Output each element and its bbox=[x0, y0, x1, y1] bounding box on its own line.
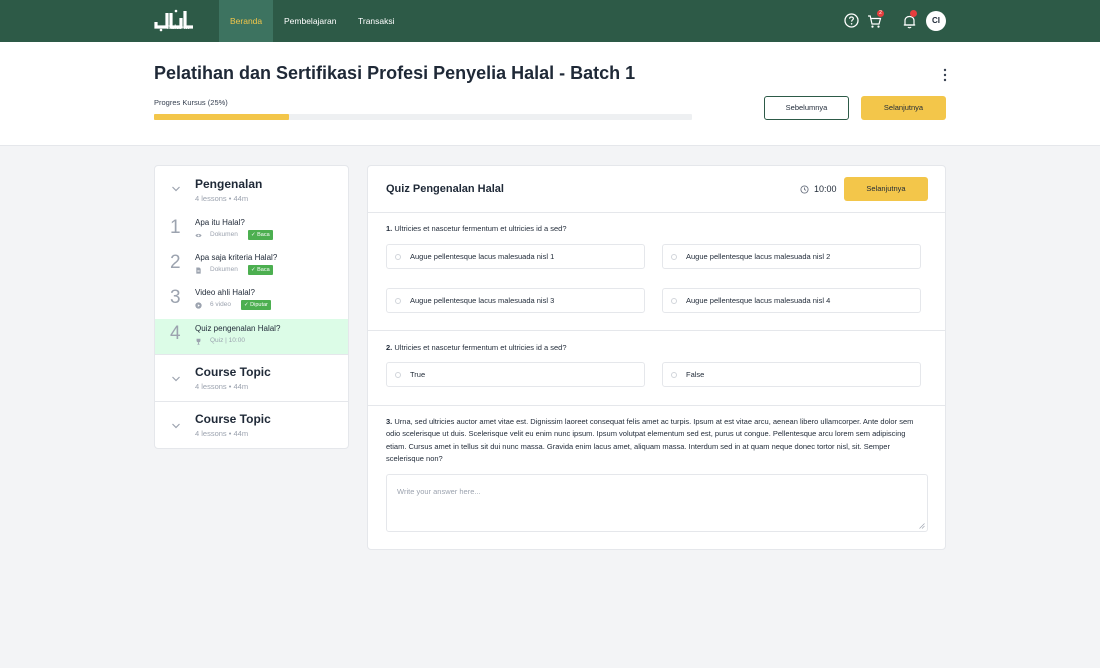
answer-option-false[interactable]: False bbox=[662, 362, 921, 387]
essay-answer-textarea[interactable]: Write your answer here... bbox=[386, 474, 928, 532]
option-label: True bbox=[410, 370, 426, 379]
radio-button[interactable] bbox=[671, 372, 677, 378]
answer-option[interactable]: Augue pellentesque lacus malesuada nisl … bbox=[662, 288, 921, 313]
status-badge: ✓ Baca bbox=[248, 230, 273, 240]
nav-link-beranda[interactable]: Beranda bbox=[219, 0, 274, 42]
question-prompt: Ultricies et nascetur fermentum et ultri… bbox=[394, 224, 567, 233]
clock-icon bbox=[800, 185, 809, 194]
chevron-down-icon bbox=[172, 423, 180, 429]
question-2-text: 2. Ultricies et nascetur fermentum et ul… bbox=[386, 342, 567, 354]
question-number: 3. bbox=[386, 417, 393, 426]
resize-handle-icon[interactable] bbox=[919, 523, 925, 529]
lesson-type: Quiz | 10:00 bbox=[210, 337, 245, 344]
more-options-icon[interactable] bbox=[940, 68, 950, 82]
lesson-type: Dokumen bbox=[210, 231, 238, 238]
eye-icon bbox=[195, 233, 202, 238]
section-title: Course Topic bbox=[195, 365, 271, 379]
logo-text: halal-in bbox=[167, 25, 190, 31]
document-icon bbox=[196, 267, 201, 274]
option-label: Augue pellentesque lacus malesuada nisl … bbox=[686, 252, 831, 261]
lesson-title: Quiz pengenalan Halal? bbox=[195, 324, 281, 333]
question-1-text: 1. Ultricies et nascetur fermentum et ul… bbox=[386, 223, 567, 235]
question-prompt: Ultricies et nascetur fermentum et ultri… bbox=[394, 343, 567, 352]
answer-option-true[interactable]: True bbox=[386, 362, 645, 387]
lesson-item[interactable]: 2 Apa saja kriteria Halal? Dokumen ✓ Bac… bbox=[155, 248, 348, 283]
progress-label: Progres Kursus (25%) bbox=[154, 98, 228, 107]
chevron-down-icon bbox=[172, 186, 180, 192]
course-progress-bar bbox=[154, 114, 692, 120]
section-meta: 4 lessons • 44m bbox=[195, 429, 249, 438]
option-label: Augue pellentesque lacus malesuada nisl … bbox=[686, 296, 831, 305]
radio-button[interactable] bbox=[671, 298, 677, 304]
lesson-type: Dokumen bbox=[210, 266, 238, 273]
status-badge: ✓ Baca bbox=[248, 265, 273, 275]
lesson-title: Apa saja kriteria Halal? bbox=[195, 253, 278, 262]
previous-button[interactable]: Sebelumnya bbox=[764, 96, 849, 120]
user-avatar[interactable]: CI bbox=[926, 11, 946, 31]
option-label: False bbox=[686, 370, 705, 379]
progress-fill bbox=[154, 114, 289, 120]
radio-button[interactable] bbox=[395, 254, 401, 260]
header-divider bbox=[368, 212, 945, 213]
section-title: Pengenalan bbox=[195, 177, 263, 191]
answer-option[interactable]: Augue pellentesque lacus malesuada nisl … bbox=[386, 244, 645, 269]
question-3-text: 3. Urna, sed ultricies auctor amet vitae… bbox=[386, 416, 926, 465]
section-meta: 4 lessons • 44m bbox=[195, 194, 249, 203]
option-label: Augue pellentesque lacus malesuada nisl … bbox=[410, 296, 555, 305]
lesson-title: Video ahli Halal? bbox=[195, 288, 255, 297]
course-outline-sidebar: Pengenalan 4 lessons • 44m 1 Apa itu Hal… bbox=[154, 165, 349, 449]
status-badge: ✓ Diputar bbox=[241, 300, 271, 310]
chevron-down-icon bbox=[172, 376, 180, 382]
lesson-number: 3 bbox=[170, 287, 181, 308]
section-meta: 4 lessons • 44m bbox=[195, 382, 249, 391]
lesson-item[interactable]: 3 Video ahli Halal? 6 video ✓ Diputar bbox=[155, 283, 348, 318]
lesson-number: 2 bbox=[170, 252, 181, 273]
nav-link-pembelajaran[interactable]: Pembelajaran bbox=[284, 0, 336, 42]
quiz-title: Quiz Pengenalan Halal bbox=[386, 183, 504, 195]
lesson-number: 1 bbox=[170, 217, 181, 238]
lesson-number: 4 bbox=[170, 323, 181, 344]
question-number: 1. bbox=[386, 224, 393, 233]
radio-button[interactable] bbox=[395, 298, 401, 304]
question-number: 2. bbox=[386, 343, 393, 352]
section-title: Course Topic bbox=[195, 412, 271, 426]
trophy-icon bbox=[196, 338, 201, 345]
notification-button[interactable] bbox=[902, 10, 920, 30]
cart-button[interactable]: 2 bbox=[867, 10, 885, 30]
lesson-type: 6 video bbox=[210, 301, 231, 308]
cart-count-badge: 2 bbox=[877, 10, 884, 17]
lesson-item-active[interactable]: 4 Quiz pengenalan Halal? Quiz | 10:00 bbox=[155, 319, 348, 354]
lesson-item[interactable]: 1 Apa itu Halal? Dokumen ✓ Baca bbox=[155, 213, 348, 248]
next-button[interactable]: Selanjutnya bbox=[861, 96, 946, 120]
question-prompt: Urna, sed ultricies auctor amet vitae es… bbox=[386, 417, 914, 463]
quiz-timer: 10:00 bbox=[814, 184, 837, 194]
section-pengenalan[interactable]: Pengenalan 4 lessons • 44m bbox=[155, 166, 348, 211]
play-icon bbox=[195, 302, 202, 309]
halal-in-logo[interactable]: halal-in bbox=[153, 8, 197, 34]
course-header: Pelatihan dan Sertifikasi Profesi Penyel… bbox=[0, 42, 1100, 146]
lesson-title: Apa itu Halal? bbox=[195, 218, 245, 227]
notification-dot bbox=[910, 10, 917, 17]
question-divider bbox=[368, 330, 945, 331]
radio-button[interactable] bbox=[395, 372, 401, 378]
course-title: Pelatihan dan Sertifikasi Profesi Penyel… bbox=[154, 63, 636, 83]
help-icon[interactable] bbox=[844, 13, 859, 28]
section-course-topic[interactable]: Course Topic 4 lessons • 44m bbox=[155, 355, 348, 401]
answer-option[interactable]: Augue pellentesque lacus malesuada nisl … bbox=[662, 244, 921, 269]
top-navbar: halal-in Beranda Pembelajaran Transaksi … bbox=[0, 0, 1100, 42]
option-label: Augue pellentesque lacus malesuada nisl … bbox=[410, 252, 555, 261]
question-divider bbox=[368, 405, 945, 406]
quiz-panel: Quiz Pengenalan Halal 10:00 Selanjutnya … bbox=[367, 165, 946, 550]
quiz-next-button[interactable]: Selanjutnya bbox=[844, 177, 928, 201]
answer-placeholder: Write your answer here... bbox=[397, 487, 481, 496]
radio-button[interactable] bbox=[671, 254, 677, 260]
answer-option[interactable]: Augue pellentesque lacus malesuada nisl … bbox=[386, 288, 645, 313]
nav-link-transaksi[interactable]: Transaksi bbox=[358, 0, 395, 42]
section-course-topic[interactable]: Course Topic 4 lessons • 44m bbox=[155, 402, 348, 448]
